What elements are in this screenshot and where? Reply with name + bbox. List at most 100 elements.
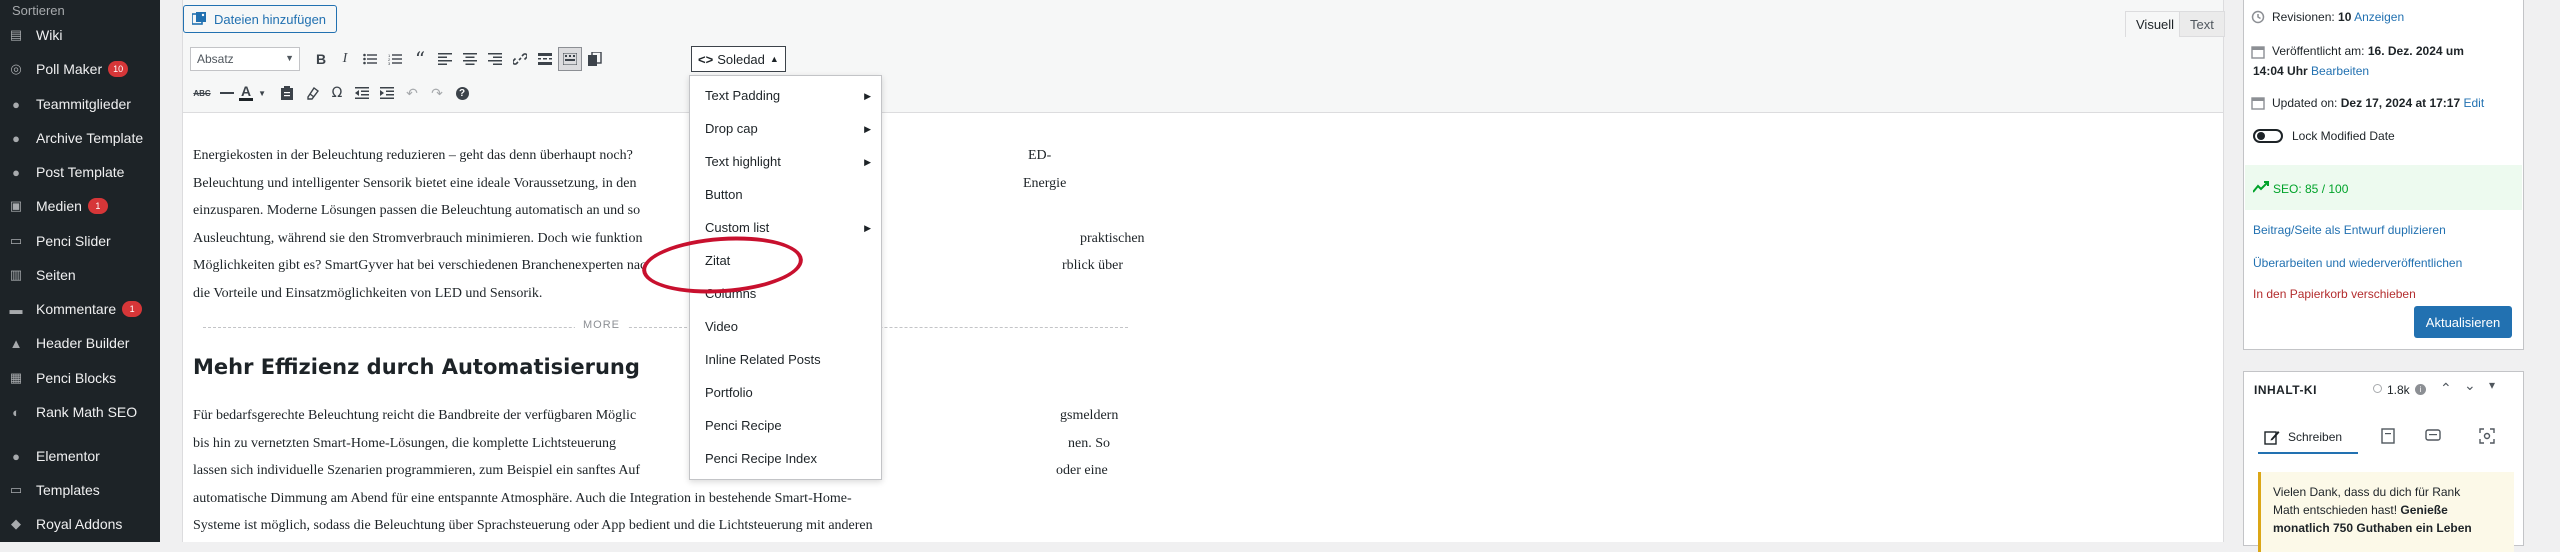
tab-text[interactable]: Text <box>2179 11 2225 37</box>
text-color-button[interactable]: A ▼ <box>239 81 269 105</box>
comments-icon: ▬ <box>9 301 23 317</box>
sidebar-item-label: Penci Blocks <box>36 370 117 386</box>
read-more-icon[interactable] <box>533 47 557 71</box>
fragment-text: praktischen <box>1080 230 1145 246</box>
align-left-icon[interactable] <box>433 47 457 71</box>
editor-top-bar: Dateien hinzufügen Visuell Text <box>183 0 2225 40</box>
strikethrough-abc-icon[interactable]: ABC <box>190 81 214 105</box>
chevron-down-icon[interactable]: ⌄ <box>2464 377 2476 394</box>
seo-score-box[interactable]: SEO: 85 / 100 <box>2245 165 2522 210</box>
sidebar-item-templates[interactable]: ▭ Templates <box>0 475 160 505</box>
sidebar-item-poll-maker[interactable]: ◎ Poll Maker 10 <box>0 54 160 84</box>
toolbar-toggle-icon[interactable] <box>558 47 582 71</box>
link-icon[interactable] <box>508 47 532 71</box>
soledad-label: Soledad <box>717 51 765 67</box>
focus-tab-icon[interactable] <box>2479 428 2495 447</box>
format-select[interactable]: Absatz ▼ <box>190 47 300 71</box>
elementor-icon: ● <box>12 448 20 464</box>
editor-toolbar: Absatz ▼ B I 123 “ <> Soledad ▲ ABC A ▼ … <box>183 40 2223 113</box>
menu-item-drop-cap[interactable]: Drop cap <box>705 121 758 136</box>
rankmath-icon: ◐ <box>12 404 20 420</box>
clipboard-tab-icon[interactable] <box>2381 428 2395 447</box>
poll-icon: ◎ <box>10 61 22 76</box>
menu-item-custom-list[interactable]: Custom list <box>705 220 769 235</box>
menu-item-inline-related-posts[interactable]: Inline Related Posts <box>705 352 821 367</box>
published-time: 14:04 Uhr <box>2253 64 2308 78</box>
align-center-icon[interactable] <box>458 47 482 71</box>
indent-icon[interactable] <box>375 81 399 105</box>
sidebar-item-kommentare[interactable]: ▬ Kommentare 1 <box>0 294 160 324</box>
notice-text: Math entschieden hast! <box>2273 503 2398 517</box>
media-icon: ▣ <box>9 198 23 213</box>
published-row-2: 14:04 Uhr Bearbeiten <box>2253 64 2369 78</box>
sidebar-item-archive-template[interactable]: ● Archive Template <box>0 123 160 153</box>
menu-item-penci-recipe[interactable]: Penci Recipe <box>705 418 782 433</box>
sidebar-sort-label[interactable]: Sortieren <box>12 3 65 18</box>
ai-notice: Vielen Dank, dass du dich für Rank Math … <box>2258 472 2514 552</box>
chevron-up-icon[interactable]: ⌃ <box>2440 380 2452 397</box>
sidebar-item-wiki[interactable]: ▤ Wiki <box>0 20 160 50</box>
bold-button[interactable]: B <box>309 47 333 71</box>
code-icon: <> <box>698 51 714 67</box>
lock-toggle[interactable] <box>2253 129 2283 143</box>
tab-visual[interactable]: Visuell <box>2125 11 2186 37</box>
sidebar-item-rank-math-seo[interactable]: ◐ Rank Math SEO <box>0 397 160 427</box>
undo-icon[interactable]: ↶ <box>400 81 424 105</box>
duplicate-draft-link[interactable]: Beitrag/Seite als Entwurf duplizieren <box>2253 223 2446 237</box>
fragment-text: oder eine <box>1056 463 1108 478</box>
republish-link[interactable]: Überarbeiten und wiederveröffentlichen <box>2253 256 2462 270</box>
published-edit-link[interactable]: Bearbeiten <box>2311 64 2369 78</box>
publish-panel: Revisionen: 10 Anzeigen Veröffentlicht a… <box>2243 0 2524 350</box>
menu-item-button[interactable]: Button <box>705 187 743 202</box>
menu-item-text-padding[interactable]: Text Padding <box>705 88 780 103</box>
add-media-button[interactable]: Dateien hinzufügen <box>183 5 338 33</box>
sidebar-item-penci-blocks[interactable]: ▦ Penci Blocks <box>0 363 160 393</box>
calendar-icon <box>2251 96 2265 110</box>
sidebar-item-teammitglieder[interactable]: ● Teammitglieder <box>0 89 160 119</box>
blocks-icon: ▦ <box>9 370 23 385</box>
chevron-down-icon: ▼ <box>285 53 294 63</box>
sidebar-item-medien[interactable]: ▣ Medien 1 <box>0 191 160 221</box>
sidebar-item-seiten[interactable]: ▥ Seiten <box>0 260 160 290</box>
sidebar-item-label: Medien <box>36 198 82 214</box>
paste-text-icon[interactable] <box>275 81 299 105</box>
numbered-list-icon[interactable]: 123 <box>383 47 407 71</box>
info-icon[interactable]: i <box>2415 384 2426 395</box>
trash-link[interactable]: In den Papierkorb verschieben <box>2253 287 2416 301</box>
tab-schreiben[interactable]: Schreiben <box>2258 422 2358 454</box>
revisions-link[interactable]: Anzeigen <box>2354 10 2404 24</box>
italic-button[interactable]: I <box>333 47 357 71</box>
published-date: 16. Dez. 2024 um <box>2367 44 2464 58</box>
sidebar-item-penci-slider[interactable]: ▭ Penci Slider <box>0 226 160 256</box>
menu-item-penci-recipe-index[interactable]: Penci Recipe Index <box>705 451 817 466</box>
blockquote-icon[interactable]: “ <box>408 47 432 71</box>
menu-item-text-highlight[interactable]: Text highlight <box>705 154 781 169</box>
sidebar-item-elementor[interactable]: ● Elementor <box>0 441 160 471</box>
sidebar-item-label: Wiki <box>36 27 63 43</box>
menu-item-video[interactable]: Video <box>705 319 738 334</box>
submenu-arrow-icon: ▶ <box>864 223 871 233</box>
redo-icon[interactable]: ↷ <box>425 81 449 105</box>
submenu-arrow-icon: ▶ <box>864 124 871 134</box>
updated-edit-link[interactable]: Edit <box>2464 96 2485 110</box>
sidebar-item-header-builder[interactable]: ▲ Header Builder <box>0 328 160 358</box>
collapse-arrow-icon[interactable]: ▾ <box>2489 378 2495 392</box>
special-character-icon[interactable]: Ω <box>325 81 349 105</box>
update-button[interactable]: Aktualisieren <box>2414 306 2512 338</box>
help-icon[interactable]: ? <box>450 81 474 105</box>
copy-icon[interactable] <box>583 47 607 71</box>
menu-item-portfolio[interactable]: Portfolio <box>705 385 753 400</box>
wiki-icon: ▤ <box>9 27 23 42</box>
outdent-icon[interactable] <box>350 81 374 105</box>
content-ai-panel: INHALT-KI 1.8k i ⌃ ⌄ ▾ Schreiben Vielen … <box>2243 371 2524 552</box>
sidebar-item-post-template[interactable]: ● Post Template <box>0 157 160 187</box>
fragment-text: gsmeldern <box>1060 408 1119 423</box>
media-icon <box>191 12 206 26</box>
chat-tab-icon[interactable] <box>2425 429 2441 446</box>
horizontal-line-icon[interactable] <box>215 81 239 105</box>
align-right-icon[interactable] <box>483 47 507 71</box>
bullet-list-icon[interactable] <box>358 47 382 71</box>
sidebar-item-royal-addons[interactable]: ◆ Royal Addons <box>0 509 160 539</box>
soledad-shortcode-button[interactable]: <> Soledad ▲ <box>691 46 786 72</box>
clear-formatting-icon[interactable] <box>300 81 324 105</box>
